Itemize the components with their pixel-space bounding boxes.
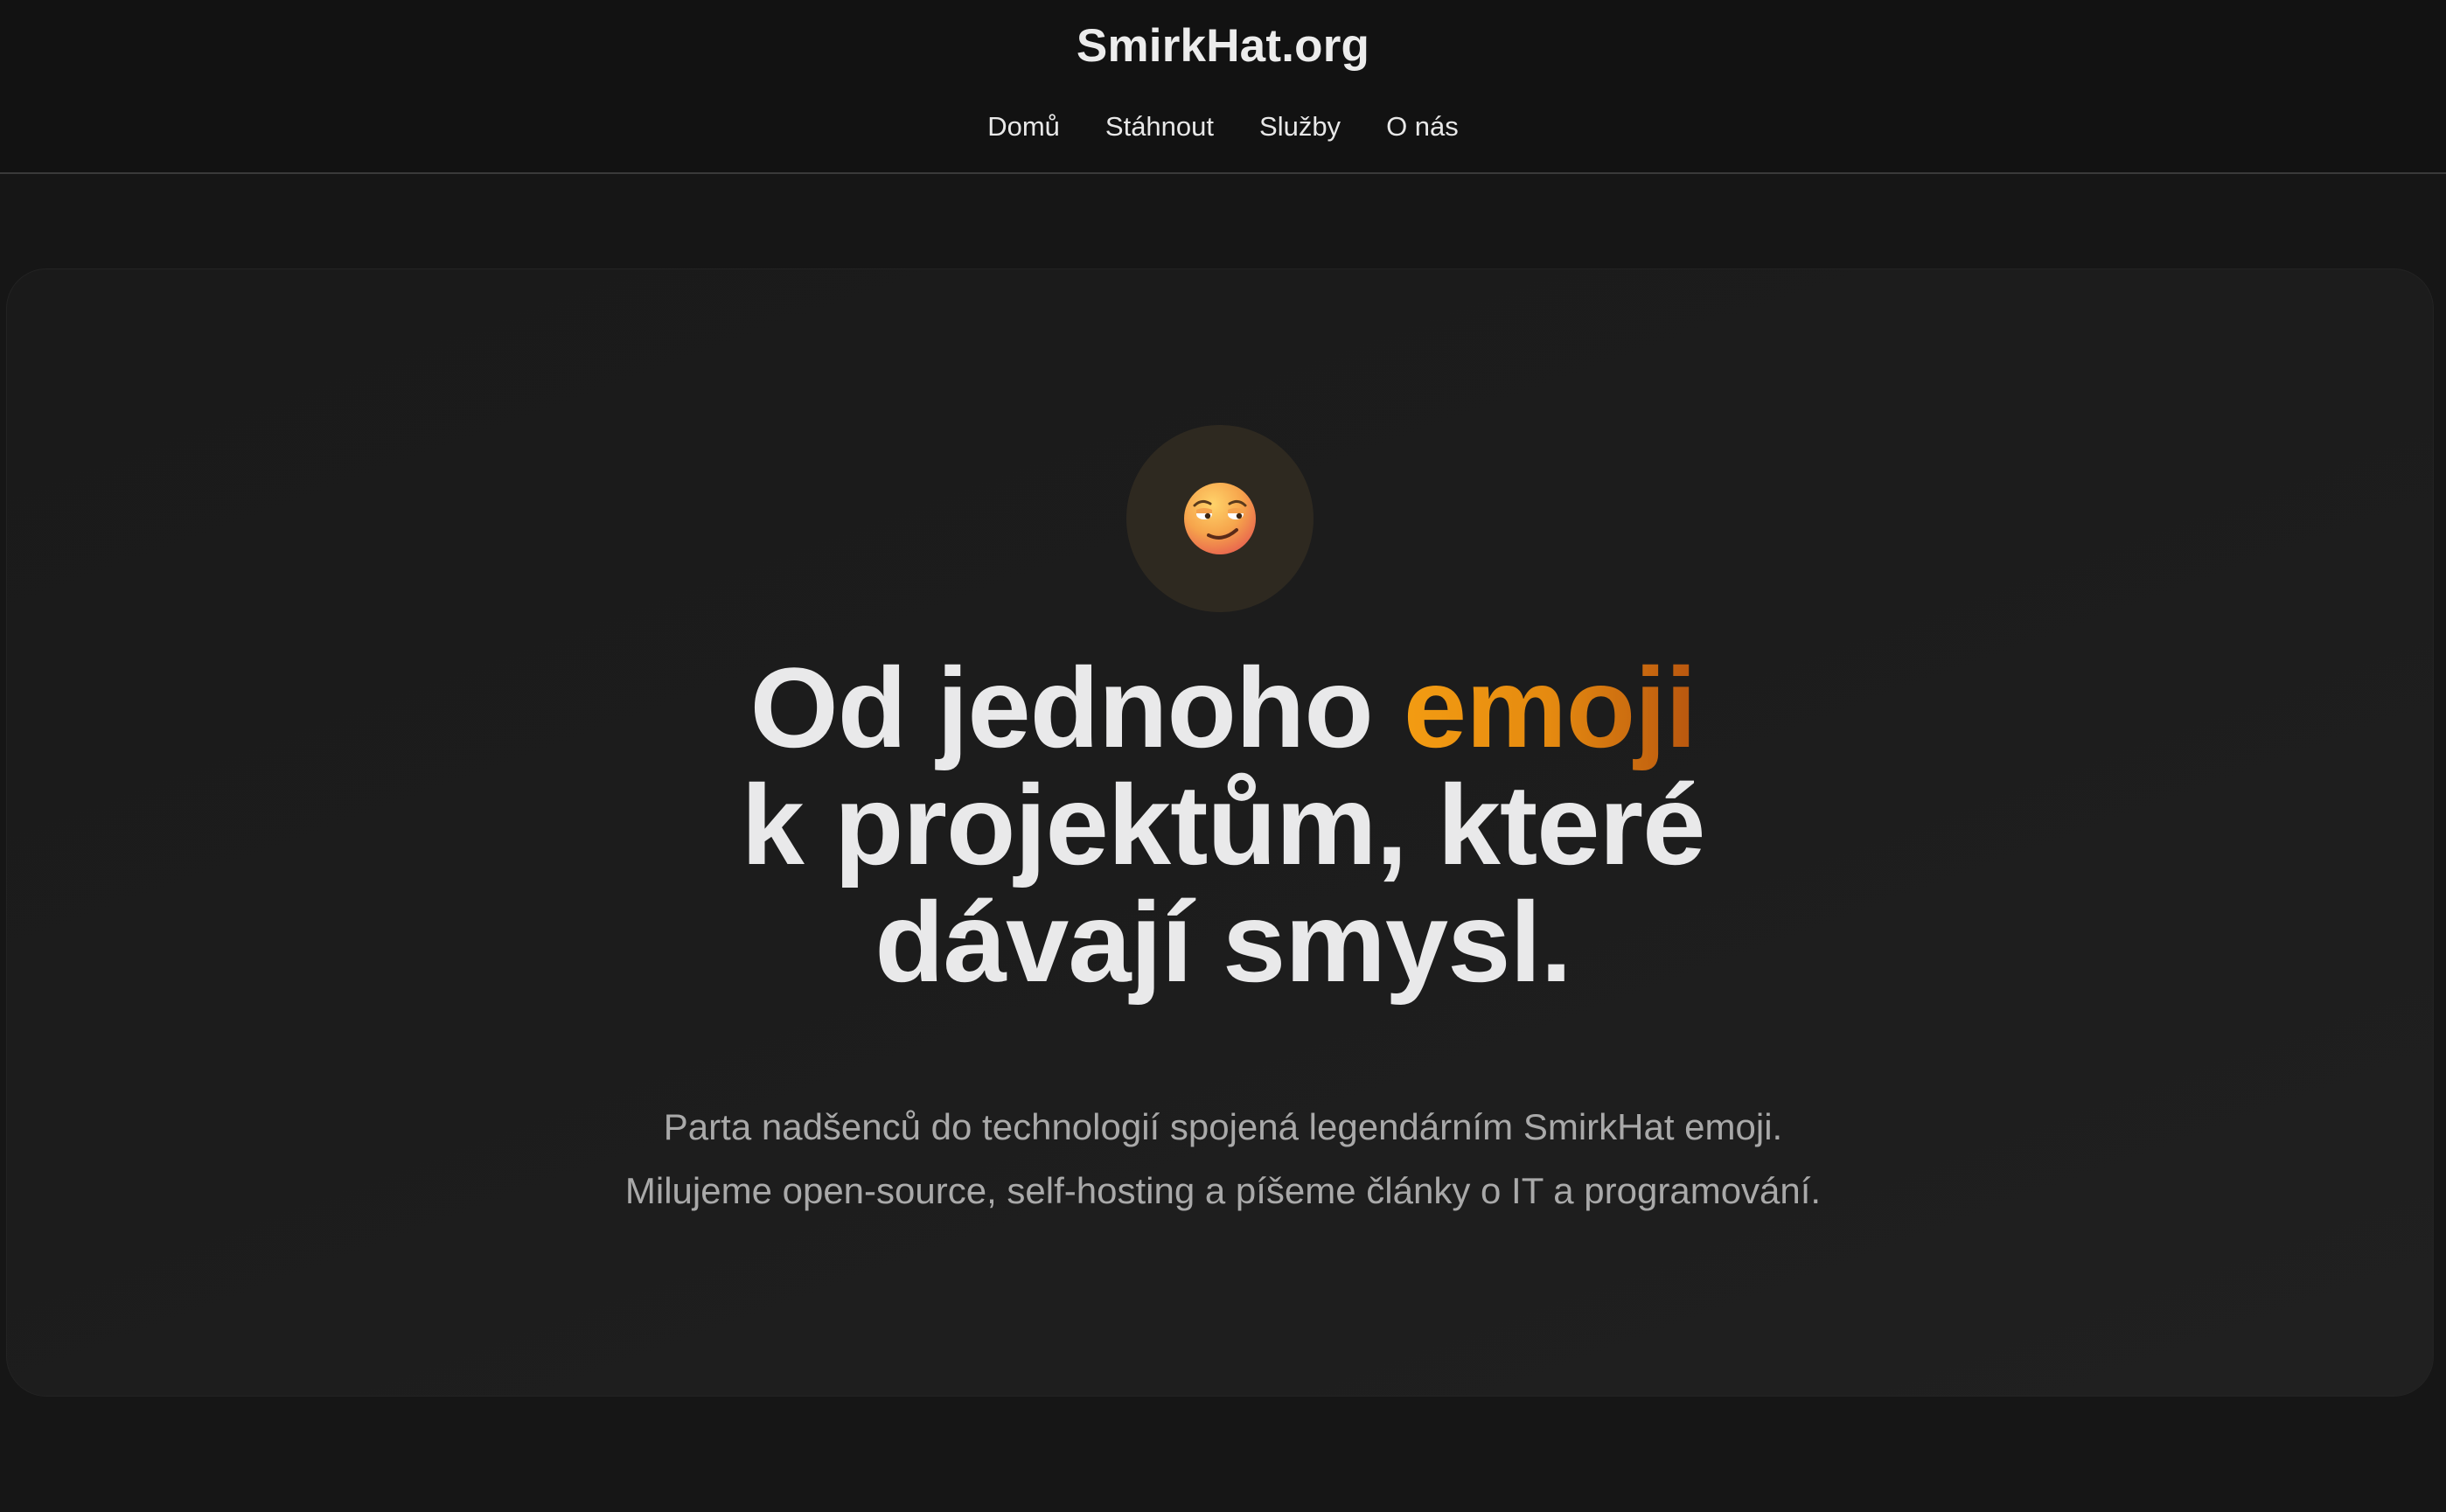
nav-item-services[interactable]: Služby [1237,107,1363,147]
site-logo-link[interactable]: SmirkHat.org [0,19,2446,73]
headline-prefix: Od jednoho [749,644,1404,771]
hero-subtitle: Parta nadšenců do technologií spojená le… [0,1095,2446,1223]
nav-item-download[interactable]: Stáhnout [1083,107,1237,147]
main-nav: Domů Stáhnout Služby O nás [0,107,2446,147]
emoji-badge [1126,425,1314,612]
subtitle-line-2: Milujeme open-source, self-hosting a píš… [624,1170,1822,1211]
nav-item-about[interactable]: O nás [1363,107,1481,147]
subtitle-line-1: Parta nadšenců do technologií spojená le… [663,1106,1783,1147]
nav-item-home[interactable]: Domů [965,107,1083,147]
smirk-emoji-icon [1184,483,1256,554]
headline-line-2: k projektům, které [741,761,1706,888]
headline-accent-word: emoji [1403,644,1697,771]
hero-headline: Od jednoho emoji k projektům, které dáva… [0,649,2446,1000]
headline-line-3: dávají smysl. [875,878,1571,1006]
headline-line-1: Od jednoho emoji [0,649,2446,766]
site-header: SmirkHat.org Domů Stáhnout Služby O nás [0,0,2446,174]
